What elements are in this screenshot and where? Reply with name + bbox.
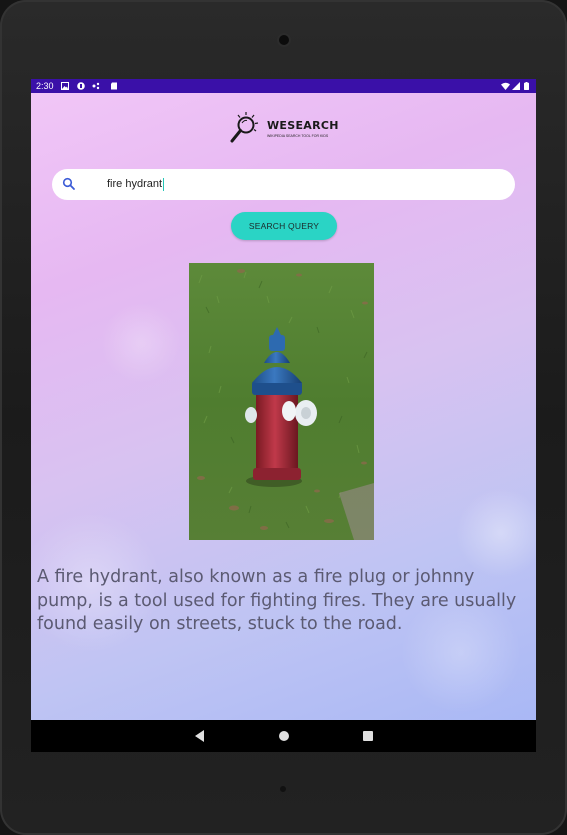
- search-input[interactable]: fire hydrant: [107, 178, 165, 191]
- front-camera: [279, 35, 289, 45]
- sensor-dot: [280, 786, 286, 792]
- cast-icon: [92, 82, 100, 90]
- app-screen: WESEARCH WIKIPEDIA SEARCH TOOL FOR KIDS …: [31, 93, 536, 720]
- status-bar: 2:30: [31, 79, 536, 93]
- home-button-icon[interactable]: [277, 729, 291, 743]
- fire-hydrant-photo: [189, 263, 374, 540]
- battery-icon: [524, 82, 529, 90]
- tablet-frame: 2:30 WESEARCH WIKIPEDIA SEARCH TOOL FOR …: [0, 0, 567, 835]
- logo-title: WESEARCH: [267, 119, 339, 132]
- magnifier-logo-icon: [230, 112, 259, 143]
- device-screen: 2:30 WESEARCH WIKIPEDIA SEARCH TOOL FOR …: [31, 79, 536, 752]
- logo-tagline: WIKIPEDIA SEARCH TOOL FOR KIDS: [267, 134, 329, 138]
- recents-button-icon[interactable]: [361, 729, 375, 743]
- wesearch-logo: WESEARCH WIKIPEDIA SEARCH TOOL FOR KIDS: [229, 110, 338, 150]
- back-button-icon[interactable]: [193, 729, 205, 743]
- signal-icon: [512, 82, 520, 90]
- sd-card-icon: [111, 82, 117, 90]
- status-time: 2:30: [36, 81, 54, 91]
- search-bar[interactable]: fire hydrant: [52, 169, 515, 200]
- notification-icon: [77, 82, 85, 90]
- result-description: A fire hydrant, also known as a fire plu…: [37, 567, 517, 634]
- gallery-icon: [61, 82, 69, 90]
- navigation-bar: [31, 720, 536, 752]
- wifi-icon: [501, 82, 510, 90]
- fire-hydrant-image: [189, 263, 374, 540]
- search-icon[interactable]: [62, 177, 76, 191]
- search-query-button[interactable]: SEARCH QUERY: [231, 212, 337, 240]
